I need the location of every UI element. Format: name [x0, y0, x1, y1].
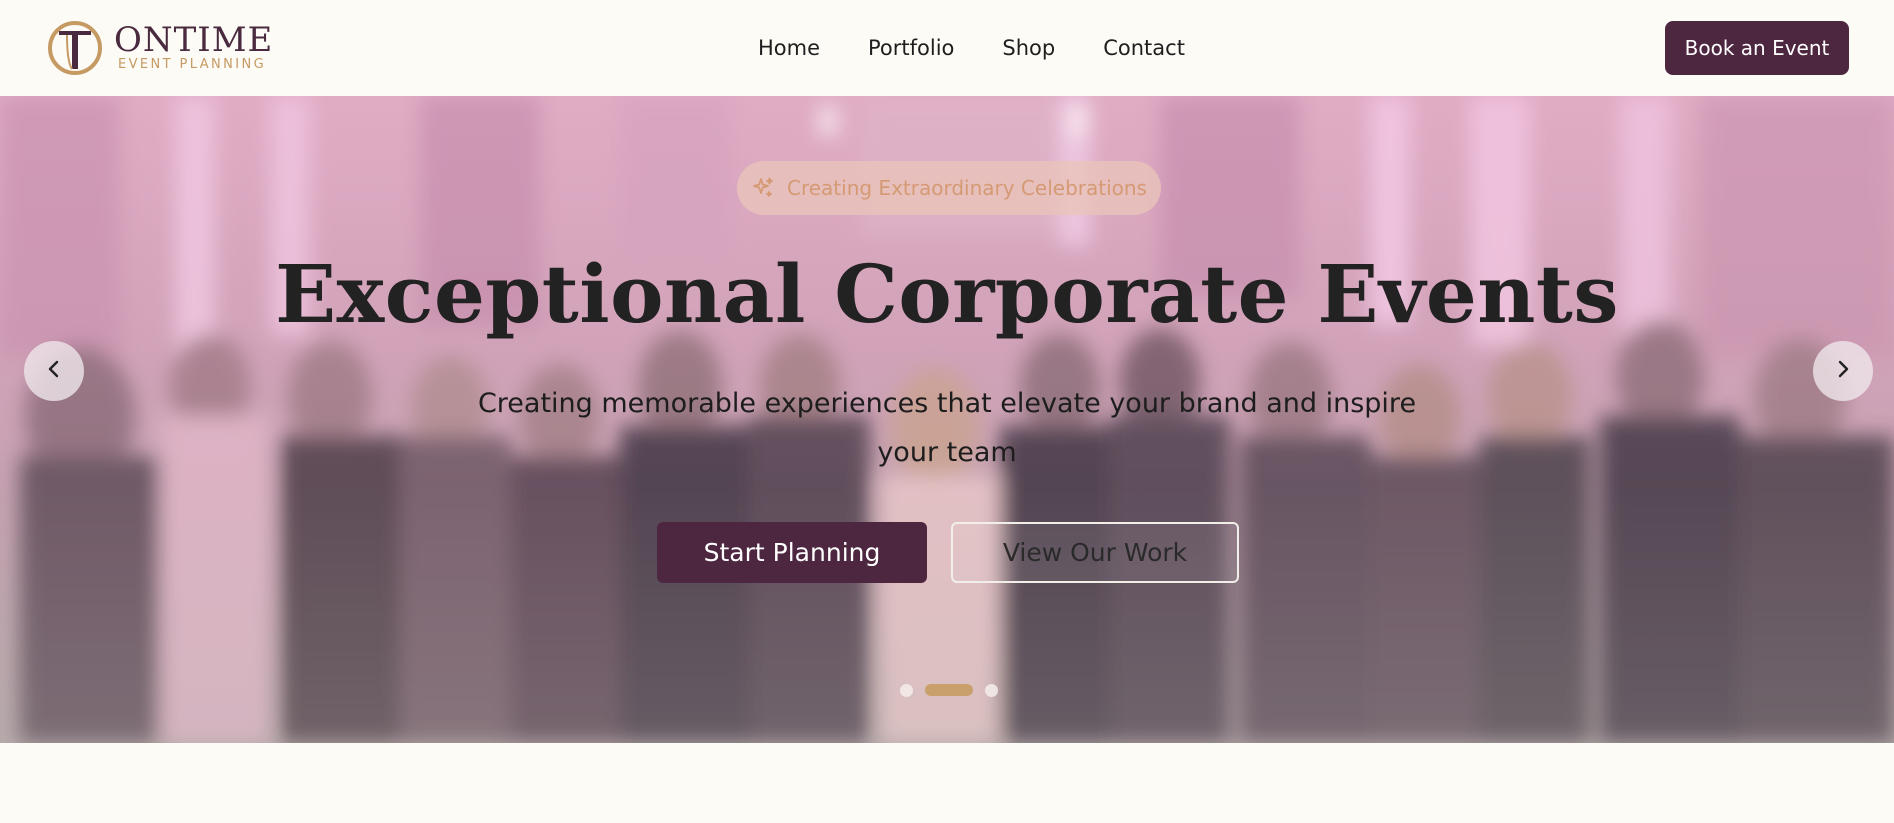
- site-header: ONTIME EVENT PLANNING Home Portfolio Sho…: [0, 0, 1894, 96]
- nav-shop[interactable]: Shop: [1002, 36, 1055, 60]
- view-our-work-button[interactable]: View Our Work: [951, 522, 1239, 583]
- nav-contact[interactable]: Contact: [1103, 36, 1185, 60]
- nav-portfolio[interactable]: Portfolio: [868, 36, 954, 60]
- carousel-next-button[interactable]: [1813, 341, 1873, 401]
- nav-home[interactable]: Home: [758, 36, 820, 60]
- carousel-indicators: [900, 683, 998, 697]
- hero-carousel: Creating Extraordinary Celebrations Exce…: [0, 96, 1894, 743]
- chevron-right-icon: [1831, 357, 1855, 385]
- logo-name: ONTIME: [114, 20, 274, 60]
- hero-badge: Creating Extraordinary Celebrations: [737, 161, 1161, 215]
- logo-subtitle: EVENT PLANNING: [118, 57, 267, 72]
- hero-subtitle: Creating memorable experiences that elev…: [477, 388, 1417, 468]
- carousel-dot-3[interactable]: [985, 683, 998, 697]
- carousel-prev-button[interactable]: [24, 341, 84, 401]
- sparkles-icon: [751, 176, 775, 200]
- main-nav: Home Portfolio Shop Contact: [758, 30, 1185, 66]
- carousel-dot-1[interactable]: [900, 683, 913, 697]
- hero-badge-text: Creating Extraordinary Celebrations: [787, 176, 1147, 200]
- hero-title: Exceptional Corporate Events: [275, 247, 1619, 341]
- logo-mark-icon: [46, 19, 104, 77]
- book-event-button[interactable]: Book an Event: [1665, 21, 1849, 75]
- start-planning-button[interactable]: Start Planning: [657, 522, 927, 583]
- carousel-dot-2-active[interactable]: [925, 684, 973, 696]
- logo[interactable]: ONTIME EVENT PLANNING: [46, 18, 272, 78]
- chevron-left-icon: [42, 357, 66, 385]
